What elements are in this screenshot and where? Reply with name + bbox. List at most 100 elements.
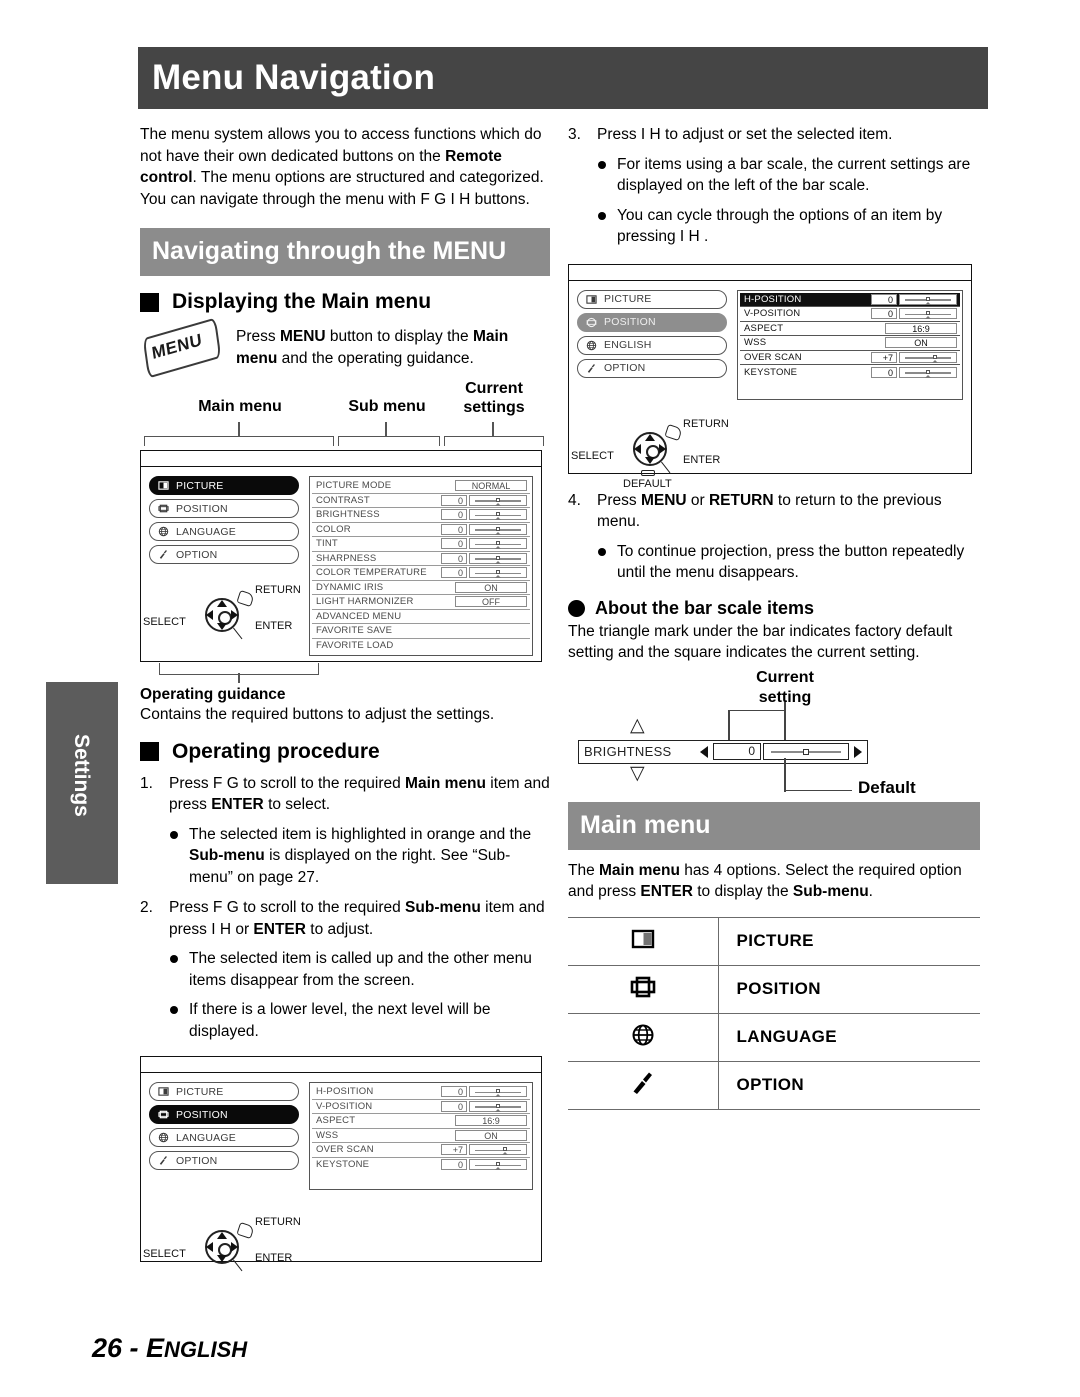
figure-scale [763, 743, 849, 760]
osd-main-item-picture[interactable]: PICTURE [149, 1082, 299, 1101]
main-menu-options-table: PICTURE POSITION LANGUAGE OPTION [568, 917, 980, 1110]
osd-main-item-position[interactable]: POSITION [149, 499, 299, 518]
osd-sub-row[interactable]: WSS ON [740, 336, 960, 351]
menu-key-icon: MENU [140, 317, 226, 379]
round-bullet-icon [568, 599, 585, 617]
osd-main-item-option[interactable]: OPTION [577, 358, 727, 378]
pad-label-return: RETURN [683, 417, 729, 430]
callout-main-menu: Main menu [198, 398, 282, 415]
return-key-icon [236, 1222, 255, 1239]
osd-main-item-picture[interactable]: PICTURE [577, 289, 727, 309]
osd-main-item-language[interactable]: LANGUAGE [149, 522, 299, 541]
osd-sub-row[interactable]: H-POSITION 0 [312, 1085, 530, 1100]
procedure-step-4: 4. Press MENU or RETURN to return to the… [568, 491, 942, 531]
osd-sub-row[interactable]: KEYSTONE 0 [312, 1158, 530, 1173]
osd-operating-guidance-pad: SELECT RETURN ENTER DEFAULT [571, 417, 771, 490]
heading-displaying-main-menu: Displaying the Main menu [140, 290, 550, 314]
osd-sub-row[interactable]: H-POSITION 0 [740, 292, 960, 307]
osd-sub-row[interactable]: LIGHT HARMONIZER OFF [312, 595, 530, 610]
osd-main-item-option[interactable]: OPTION [149, 1151, 299, 1170]
osd-main-item-english[interactable]: ENGLISH [577, 335, 727, 355]
osd-title-strip [569, 265, 971, 281]
osd-sub-row[interactable]: PICTURE MODE NORMAL [312, 479, 530, 494]
procedure-step-3-bullet-1: For items using a bar scale, the current… [568, 154, 980, 197]
osd-sub-row[interactable]: OVER SCAN +7 [312, 1143, 530, 1158]
bar-scale-figure: Current setting △ ▽ BRIGHTNESS 0 Default [568, 668, 958, 798]
picture-icon [631, 929, 654, 948]
heading-about-bar-scale: About the bar scale items [568, 598, 980, 619]
osd-sub-row[interactable]: WSS ON [312, 1129, 530, 1143]
osd-sub-row[interactable]: FAVORITE LOAD [312, 639, 530, 654]
osd-sub-row[interactable]: KEYSTONE 0 [740, 365, 960, 380]
osd-sub-menu-list: H-POSITION 0 V-POSITION 0 ASPECT 16:9 WSS ON… [737, 289, 963, 400]
osd-sub-row[interactable]: V-POSITION 0 [312, 1100, 530, 1114]
osd-sub-menu-list: H-POSITION 0 V-POSITION 0 ASPECT 16:9 WSS ON… [309, 1082, 533, 1190]
osd-sub-row[interactable]: FAVORITE SAVE [312, 624, 530, 639]
procedure-step-2: 2. Press F G to scroll to the required S… [140, 899, 545, 938]
press-menu-block: MENU Press MENU button to display the Ma… [140, 317, 550, 379]
page-number: 26 - [92, 1333, 147, 1363]
osd-title-strip [141, 1057, 541, 1073]
procedure-step-1: 1. Press F G to scroll to the required M… [140, 774, 550, 814]
procedure-step-2-bullet-2: If there is a lower level, the next leve… [140, 999, 550, 1042]
right-column: 3. Press I H to adjust or set the select… [568, 124, 980, 1110]
osd-sub-row[interactable]: COLOR 0 [312, 523, 530, 537]
osd-main-item-language[interactable]: LANGUAGE [149, 1128, 299, 1147]
position-icon [586, 317, 597, 327]
callout-current-settings: Current settings [463, 380, 525, 416]
operating-guidance-text: Contains the required buttons to adjust … [140, 706, 495, 723]
picture-icon [158, 481, 169, 490]
osd-sub-row[interactable]: ASPECT 16:9 [740, 322, 960, 336]
osd-callouts: Main menu Sub menu Current settings [140, 380, 550, 450]
page-footer: 26 - ENGLISH [92, 1333, 248, 1363]
pad-label-select: SELECT [143, 1248, 186, 1260]
triangle-down-icon: ▽ [630, 762, 645, 784]
left-column: The menu system allows you to access fun… [140, 124, 550, 1272]
section-header-main-menu: Main menu [568, 801, 980, 850]
osd-sub-row[interactable]: CONTRAST 0 [312, 494, 530, 508]
procedure-step-3-bullet-2: You can cycle through the options of an … [568, 205, 980, 248]
pad-label-return: RETURN [255, 584, 301, 596]
osd-main-item-position[interactable]: POSITION [149, 1105, 299, 1124]
figure-value: 0 [713, 743, 761, 760]
heading-operating-procedure: Operating procedure [140, 740, 550, 764]
figure-bar-row: BRIGHTNESS 0 [578, 739, 868, 764]
main-menu-option-label: PICTURE [736, 931, 814, 950]
globe-icon [158, 1132, 169, 1143]
table-row[interactable]: PICTURE [568, 917, 980, 965]
main-menu-intro: The Main menu has 4 options. Select the … [568, 861, 962, 901]
osd-sub-row[interactable]: ASPECT 16:9 [312, 1114, 530, 1129]
osd-sub-row[interactable]: ADVANCED MENU [312, 610, 530, 624]
osd-sub-row[interactable]: V-POSITION 0 [740, 307, 960, 322]
procedure-step-3: 3. Press I H to adjust or set the select… [568, 126, 893, 143]
globe-icon [632, 1024, 654, 1045]
manual-page: Menu Navigation Settings The menu system… [0, 0, 1080, 1397]
pad-label-select: SELECT [143, 616, 186, 628]
osd-main-menu-list: PICTURE POSITION LANGUAGE OPTION SELECT … [143, 476, 301, 656]
osd-sub-row[interactable]: OVER SCAN +7 [740, 351, 960, 365]
osd-main-item-position[interactable]: POSITION [577, 312, 727, 332]
osd-sub-row[interactable]: TINT 0 [312, 537, 530, 552]
osd-main-item-option[interactable]: OPTION [149, 545, 299, 564]
wrench-icon [587, 363, 595, 373]
table-row[interactable]: LANGUAGE [568, 1013, 980, 1061]
intro-paragraph: The menu system allows you to access fun… [140, 126, 544, 208]
osd-operating-guidance-pad: SELECT RETURN ENTER [143, 584, 343, 646]
wrench-icon [159, 550, 167, 559]
picture-icon [586, 294, 597, 304]
pad-label-enter: ENTER [255, 1252, 293, 1264]
position-icon [158, 1110, 169, 1119]
osd-main-item-picture[interactable]: PICTURE [149, 476, 299, 495]
side-tab-label: Settings [70, 734, 93, 817]
osd-screenshot-position-left: PICTURE POSITION LANGUAGE OPTION SELECT … [140, 1056, 542, 1272]
osd-sub-row[interactable]: DYNAMIC IRIS ON [312, 581, 530, 595]
osd-sub-row[interactable]: SHARPNESS 0 [312, 552, 530, 566]
table-row[interactable]: OPTION [568, 1061, 980, 1109]
main-menu-option-label: OPTION [736, 1075, 805, 1094]
osd-main-menu-list: PICTURE POSITION ENGLISH OPTION SELECT R… [571, 289, 729, 490]
return-key-icon [664, 423, 683, 441]
osd-sub-row[interactable]: COLOR TEMPERATURE 0 [312, 566, 530, 581]
osd-sub-row[interactable]: BRIGHTNESS 0 [312, 508, 530, 523]
table-row[interactable]: POSITION [568, 965, 980, 1013]
default-key-icon [641, 469, 655, 476]
